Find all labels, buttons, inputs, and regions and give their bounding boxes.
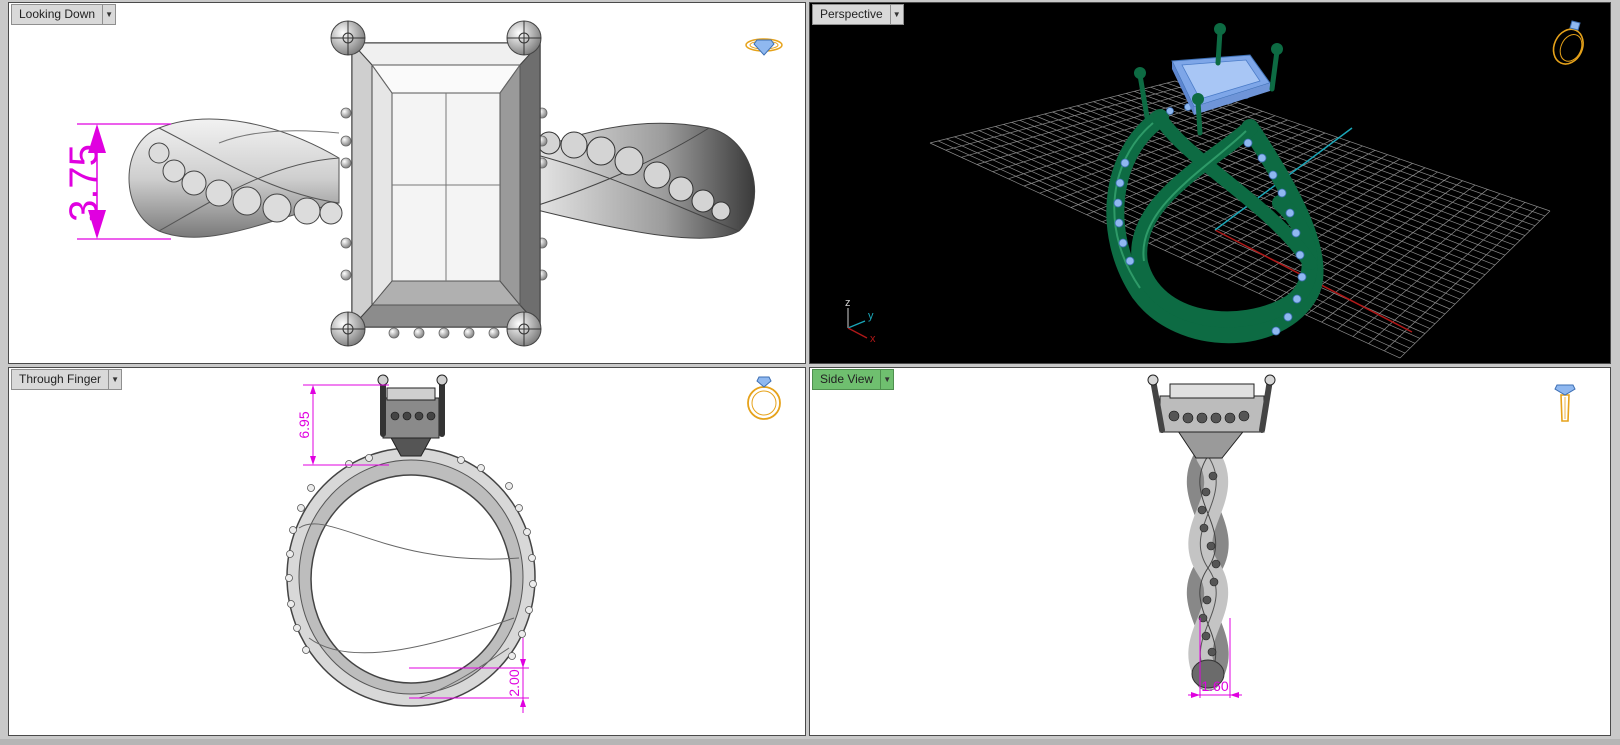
ring-side-drawing: 1.60 [1147, 374, 1576, 698]
viewport-title: Perspective [820, 7, 883, 21]
grid-line [1125, 93, 1521, 241]
viewport-perspective[interactable]: Perspective ▼ z y x [809, 2, 1611, 364]
viewport-through-finger[interactable]: Through Finger ▼ 6.95 2.00 [8, 367, 806, 736]
grid-line [1117, 95, 1516, 246]
viewport-menu-dropdown-icon[interactable]: ▼ [880, 370, 893, 389]
viewport-menu-dropdown-icon[interactable]: ▼ [889, 5, 903, 24]
dimension-label-shank-thickness: 2.00 [506, 669, 522, 696]
viewport-label-side-view[interactable]: Side View ▼ [812, 369, 895, 390]
ring-top-icon[interactable] [745, 38, 783, 56]
viewport-menu-dropdown-icon[interactable]: ▼ [108, 370, 121, 389]
status-strip [0, 739, 1620, 745]
viewport-label-through-finger[interactable]: Through Finger ▼ [11, 369, 123, 390]
viewport-menu-dropdown-icon[interactable]: ▼ [102, 5, 115, 24]
ring-side-icon[interactable] [1554, 384, 1576, 422]
viewport-title: Through Finger [19, 372, 102, 386]
viewport-looking-down[interactable]: Looking Down ▼ 3.75 [8, 2, 806, 364]
viewport-label-looking-down[interactable]: Looking Down ▼ [11, 4, 117, 25]
dimension-label-head-height: 6.95 [296, 411, 312, 438]
ring-perspective-drawing: z y x [845, 20, 1589, 359]
ring-front-icon[interactable] [747, 376, 781, 420]
ring-front-drawing: 6.95 2.00 [285, 374, 781, 713]
axis-label-z: z [845, 297, 851, 309]
viewport-title: Looking Down [19, 7, 96, 21]
ring-perspective-icon[interactable] [1548, 20, 1589, 69]
ring-top-drawing: 3.75 [62, 20, 783, 347]
grid-line [1399, 210, 1551, 359]
viewport-label-perspective[interactable]: Perspective ▼ [812, 4, 904, 25]
axis-triad: z y x [845, 297, 876, 345]
axis-label-y: y [868, 310, 874, 322]
viewport-side-view[interactable]: Side View ▼ 1.60 [809, 367, 1611, 736]
dimension-label-top: 3.75 [62, 144, 106, 222]
grid-line [1337, 193, 1501, 330]
axis-label-x: x [870, 333, 876, 345]
grid-line [1321, 189, 1488, 323]
viewport-title: Side View [820, 372, 874, 386]
dimension-label-side-width: 1.60 [1201, 678, 1228, 694]
